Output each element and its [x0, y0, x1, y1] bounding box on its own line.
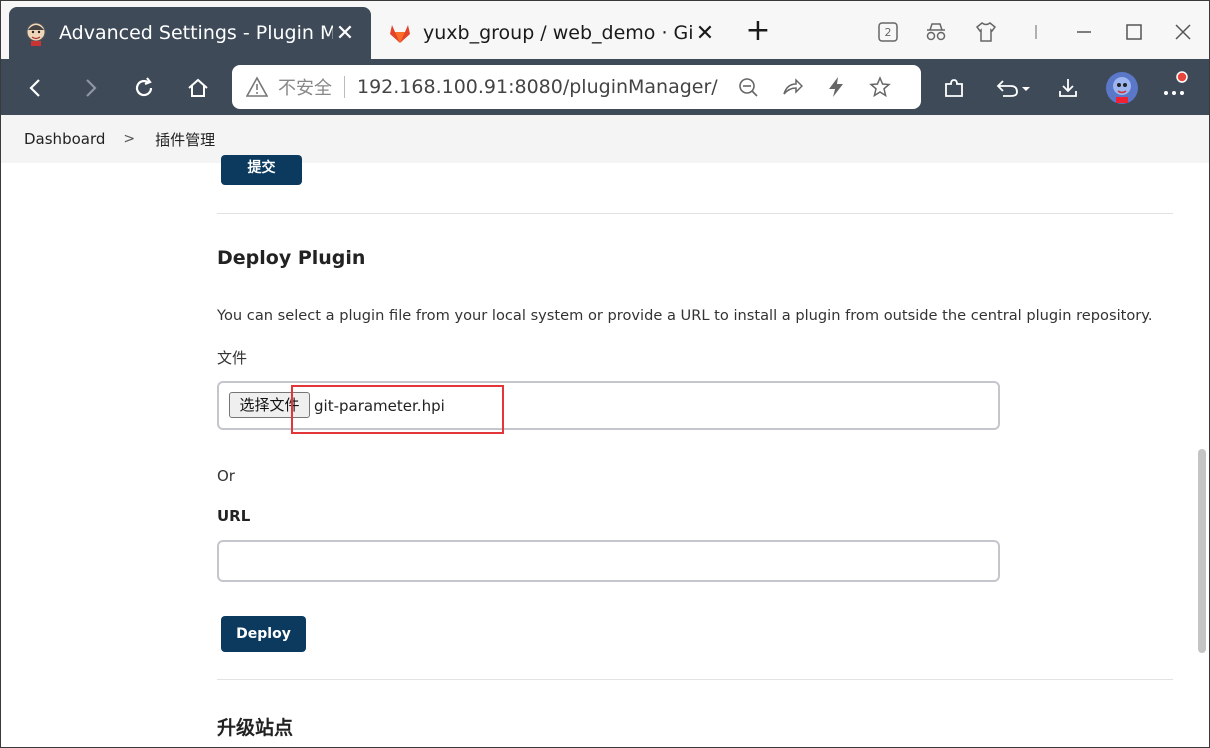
insecure-label: 不安全	[278, 78, 332, 99]
scrollbar-thumb[interactable]	[1198, 449, 1206, 653]
incognito-icon[interactable]	[921, 17, 951, 47]
home-icon[interactable]	[181, 71, 215, 105]
breadcrumb-dashboard[interactable]: Dashboard	[24, 130, 105, 148]
omnibox-divider	[344, 76, 345, 98]
tab-gitlab[interactable]: yuxb_group / web_demo · GitLa ✕	[373, 7, 731, 59]
gitlab-icon	[390, 25, 410, 43]
section-divider	[217, 679, 1173, 680]
tab-title: Advanced Settings - Plugin Mar	[59, 22, 333, 44]
deploy-description: You can select a plugin file from your l…	[217, 307, 1153, 324]
highlight-annotation	[291, 385, 504, 434]
lightning-icon[interactable]	[821, 72, 851, 102]
browser-toolbar: 不安全 192.168.100.91:8080/pluginManager/ad…	[1, 59, 1209, 115]
address-bar[interactable]: 不安全 192.168.100.91:8080/pluginManager/ad…	[232, 65, 921, 109]
more-menu-icon[interactable]	[1159, 71, 1193, 105]
breadcrumb-plugin-manager[interactable]: 插件管理	[155, 129, 215, 150]
svg-text:2: 2	[885, 26, 892, 39]
section-divider	[217, 213, 1173, 214]
or-label: Or	[217, 467, 235, 485]
undo-dropdown-icon[interactable]	[991, 71, 1035, 105]
jenkins-icon	[26, 22, 46, 46]
minimize-icon[interactable]	[1069, 17, 1099, 47]
profile-avatar-icon[interactable]	[1105, 71, 1139, 105]
tab-count-icon[interactable]: 2	[873, 17, 903, 47]
warning-icon	[246, 76, 268, 97]
deploy-button[interactable]: Deploy	[221, 616, 306, 652]
browser-window: Advanced Settings - Plugin Mar ✕ yuxb_gr…	[0, 0, 1210, 748]
submit-button[interactable]: 提交	[221, 155, 302, 185]
forward-icon[interactable]	[73, 71, 107, 105]
download-icon[interactable]	[1051, 71, 1085, 105]
back-icon[interactable]	[19, 71, 53, 105]
maximize-icon[interactable]	[1119, 17, 1149, 47]
breadcrumb-separator: >	[123, 131, 136, 147]
close-tab-icon[interactable]: ✕	[333, 21, 357, 46]
close-tab-icon[interactable]: ✕	[693, 21, 717, 46]
scrollbar[interactable]	[1194, 163, 1209, 747]
update-site-heading: 升级站点	[217, 717, 294, 739]
main-content: 提交 Deploy Plugin You can select a plugin…	[1, 155, 1209, 747]
tab-strip: Advanced Settings - Plugin Mar ✕ yuxb_gr…	[1, 1, 1209, 59]
url-label: URL	[217, 507, 251, 525]
reload-icon[interactable]	[127, 71, 161, 105]
file-label: 文件	[217, 349, 248, 367]
divider-icon	[1021, 17, 1051, 47]
deploy-plugin-heading: Deploy Plugin	[217, 247, 366, 269]
share-icon[interactable]	[777, 72, 807, 102]
zoom-out-icon[interactable]	[733, 72, 763, 102]
url-text[interactable]: 192.168.100.91:8080/pluginManager/ad...	[357, 76, 719, 98]
tab-advanced-settings[interactable]: Advanced Settings - Plugin Mar ✕	[9, 7, 371, 59]
new-tab-button[interactable]: +	[743, 16, 773, 47]
bookmark-star-icon[interactable]	[865, 72, 895, 102]
close-window-icon[interactable]	[1168, 17, 1198, 47]
extensions-icon[interactable]	[937, 71, 971, 105]
url-input[interactable]	[217, 540, 1000, 582]
tab-title: yuxb_group / web_demo · GitLa	[423, 22, 693, 44]
shirt-icon[interactable]	[971, 17, 1001, 47]
breadcrumb: Dashboard > 插件管理	[1, 115, 1209, 163]
